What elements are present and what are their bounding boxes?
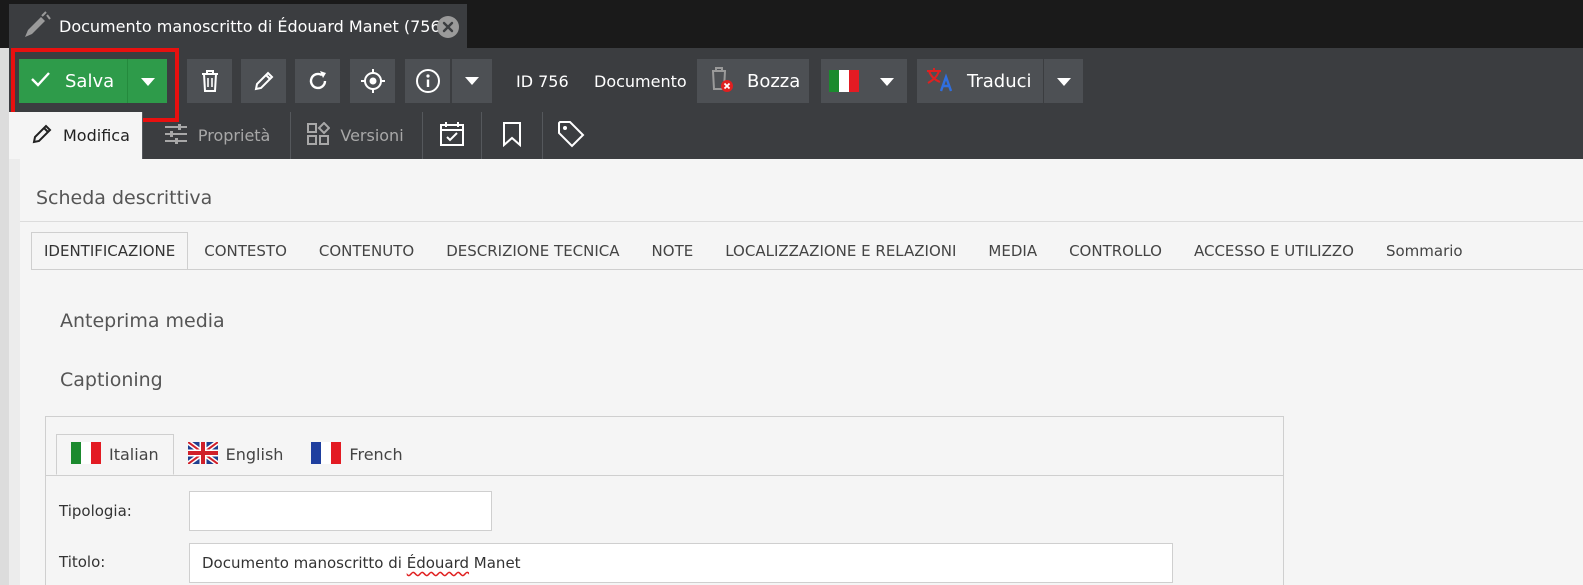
caret-down-icon (1056, 72, 1072, 91)
descriptive-tabs: IDENTIFICAZIONE CONTESTO CONTENUTO DESCR… (31, 232, 1479, 270)
tab-descrizione-tecnica[interactable]: DESCRIZIONE TECNICA (430, 232, 635, 270)
translate-button-group: Traduci (917, 59, 1083, 103)
translate-button-label: Traduci (967, 70, 1032, 92)
save-button-group: Salva (19, 59, 167, 103)
tab-english[interactable]: English (174, 434, 298, 475)
french-flag-icon (311, 441, 342, 468)
caret-down-icon (879, 72, 895, 91)
crosshair-icon (360, 68, 386, 94)
tab-properties-label: Proprietà (197, 126, 271, 145)
tab-contenuto[interactable]: CONTENUTO (303, 232, 430, 270)
save-options-dropdown[interactable] (127, 59, 167, 103)
translate-icon (925, 65, 955, 98)
draft-trash-icon (709, 65, 735, 98)
document-tab[interactable]: Documento manoscritto di Édouard Manet (… (9, 4, 467, 48)
caret-down-icon (140, 72, 156, 91)
language-dropdown[interactable] (867, 59, 907, 103)
translate-dropdown[interactable] (1043, 59, 1083, 103)
record-id: ID 756 (516, 71, 569, 91)
document-tab-title: Documento manoscritto di Édouard Manet (… (59, 16, 447, 36)
typology-label: Tipologia: (59, 502, 132, 520)
tab-contesto[interactable]: CONTESTO (188, 232, 303, 270)
status-button-label: Bozza (747, 70, 801, 92)
tab-accesso[interactable]: ACCESSO E UTILIZZO (1178, 232, 1370, 270)
tab-french-label: French (349, 445, 403, 464)
section-divider (20, 221, 1583, 222)
tabs-divider (31, 269, 1583, 270)
tab-versions-label: Versioni (340, 126, 404, 145)
title-value-misspelled: Édouard (406, 554, 470, 572)
tab-properties[interactable]: Proprietà (143, 112, 292, 159)
caret-down-icon (464, 76, 480, 86)
tab-tags[interactable] (543, 112, 599, 159)
section-title: Scheda descrittiva (36, 187, 213, 209)
tab-french[interactable]: French (297, 434, 416, 475)
info-icon (415, 68, 441, 94)
language-selector[interactable] (821, 59, 907, 103)
left-gutter (0, 0, 9, 585)
window-tab-bar: Documento manoscritto di Édouard Manet (… (0, 0, 1583, 48)
captioning-panel: Italian English French Tipologia: Titolo… (45, 416, 1284, 585)
tab-italian[interactable]: Italian (56, 434, 174, 475)
save-button-label: Salva (65, 70, 115, 92)
check-icon (29, 68, 51, 95)
tab-controllo[interactable]: CONTROLLO (1053, 232, 1178, 270)
tab-bookmarks[interactable] (482, 112, 543, 159)
calendar-check-icon (439, 121, 465, 151)
view-tabs: Modifica Proprietà Versioni (9, 112, 599, 159)
status-button[interactable]: Bozza (697, 59, 809, 103)
tab-edit-label: Modifica (63, 126, 130, 145)
tab-media[interactable]: MEDIA (972, 232, 1053, 270)
save-button[interactable]: Salva (19, 59, 127, 103)
trash-icon (199, 69, 221, 93)
pencil-icon (31, 123, 53, 149)
tab-localizzazione[interactable]: LOCALIZZAZIONE E RELAZIONI (709, 232, 972, 270)
italian-flag-icon (71, 441, 101, 468)
title-value-prefix: Documento manoscritto di (202, 554, 407, 572)
title-input[interactable]: Documento manoscritto di Édouard Manet (189, 543, 1173, 583)
info-dropdown[interactable] (452, 59, 492, 103)
italian-flag-icon (821, 59, 867, 103)
media-preview-heading[interactable]: Anteprima media (60, 310, 225, 332)
uk-flag-icon (186, 439, 220, 468)
tab-schedule[interactable] (423, 112, 482, 159)
tab-versions[interactable]: Versioni (291, 112, 423, 159)
translate-button[interactable]: Traduci (917, 59, 1043, 103)
title-label: Titolo: (59, 553, 106, 571)
close-icon[interactable] (437, 16, 459, 38)
tab-sommario[interactable]: Sommario (1370, 232, 1479, 270)
bookmark-icon (500, 121, 524, 151)
tab-english-label: English (225, 445, 284, 464)
tab-identificazione[interactable]: IDENTIFICAZIONE (31, 232, 189, 270)
language-tabs-divider (46, 475, 1283, 476)
refresh-button[interactable] (295, 59, 340, 103)
typology-input[interactable] (189, 491, 492, 531)
delete-button[interactable] (187, 59, 232, 103)
tab-note[interactable]: NOTE (636, 232, 710, 270)
edit-button[interactable] (241, 59, 286, 103)
pen-icon (19, 9, 53, 43)
content-area: Scheda descrittiva IDENTIFICAZIONE CONTE… (20, 159, 1583, 585)
refresh-icon (306, 69, 330, 93)
title-value-suffix: Manet (469, 554, 521, 572)
language-tabs: Italian English French (56, 434, 417, 475)
captioning-heading[interactable]: Captioning (60, 369, 163, 391)
info-button[interactable] (405, 59, 450, 103)
widgets-icon (306, 121, 331, 150)
tab-italian-label: Italian (109, 445, 159, 464)
tag-icon (557, 120, 585, 152)
tab-edit[interactable]: Modifica (9, 112, 143, 159)
toolbar: Salva ID 756 Documento Bozza Traduci Mod… (9, 48, 1583, 159)
locate-button[interactable] (350, 59, 395, 103)
sliders-icon (164, 123, 188, 149)
pencil-icon (253, 70, 275, 92)
record-type: Documento (594, 71, 687, 91)
